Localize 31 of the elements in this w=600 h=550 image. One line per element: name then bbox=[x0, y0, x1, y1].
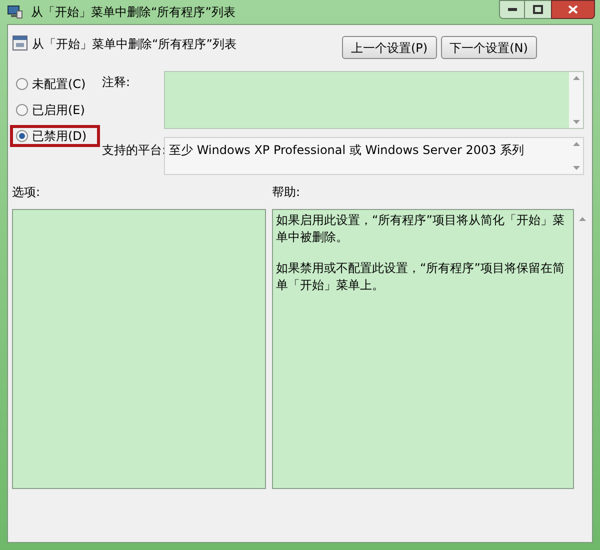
help-label: 帮助: bbox=[272, 184, 300, 201]
scroll-up-icon bbox=[572, 76, 580, 80]
radio-label: 已启用(E) bbox=[32, 102, 85, 119]
radio-button[interactable] bbox=[16, 130, 28, 142]
nav-button[interactable]: 上一个设置(P) bbox=[342, 36, 437, 59]
scroll-up-icon bbox=[579, 217, 586, 221]
scroll-up-icon bbox=[572, 142, 580, 146]
options-label: 选项: bbox=[11, 184, 42, 201]
scroll-down-icon bbox=[572, 166, 580, 170]
help-paragraph: 如果禁用或不配置此设置，“所有程序”项目将保留在简单「开始」菜单上。 bbox=[276, 260, 566, 294]
policy-icon bbox=[12, 35, 28, 51]
help-paragraph: 如果启用此设置，“所有程序”项目将从简化「开始」菜单中被删除。 bbox=[276, 212, 566, 246]
radio-button[interactable] bbox=[16, 78, 28, 90]
radio-button[interactable] bbox=[16, 104, 28, 116]
maximize-icon bbox=[533, 5, 543, 14]
platform-text: 至少 Windows XP Professional 或 Windows Server 2003 系列 bbox=[168, 142, 526, 159]
minimize-button[interactable] bbox=[499, 0, 525, 19]
computer-icon bbox=[7, 5, 23, 19]
scrollbar[interactable] bbox=[569, 72, 583, 128]
comment-label: 注释: bbox=[102, 74, 132, 91]
close-button[interactable] bbox=[551, 0, 595, 19]
scroll-down-icon bbox=[572, 120, 580, 124]
radio-label: 未配置(C) bbox=[32, 76, 86, 93]
comment-field[interactable] bbox=[164, 71, 584, 129]
minimize-icon bbox=[508, 8, 516, 11]
maximize-button[interactable] bbox=[525, 0, 551, 19]
radio-label: 已禁用(D) bbox=[32, 128, 87, 145]
close-icon bbox=[568, 5, 578, 14]
window-title: 从「开始」菜单中删除“所有程序”列表 bbox=[31, 4, 236, 21]
setting-title: 从「开始」菜单中删除“所有程序”列表 bbox=[32, 36, 238, 53]
nav-button[interactable]: 下一个设置(N) bbox=[440, 36, 537, 59]
